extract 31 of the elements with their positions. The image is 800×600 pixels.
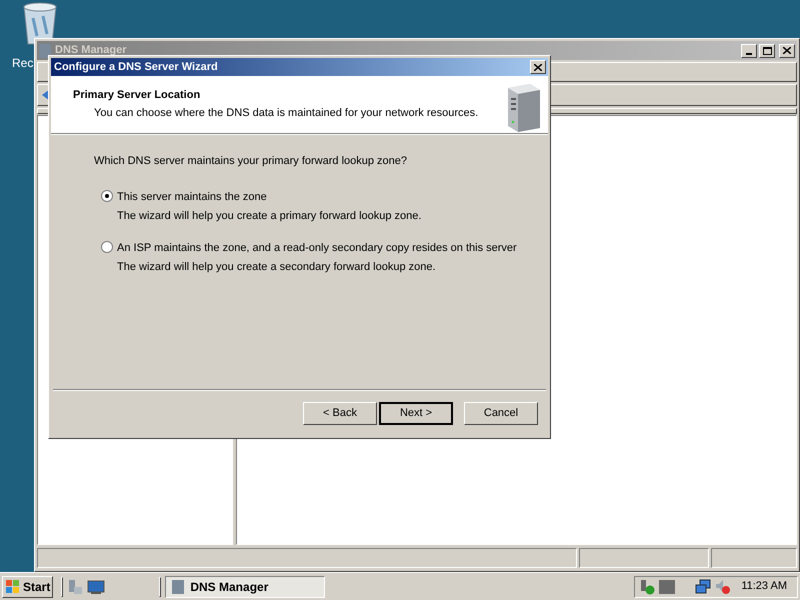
start-button[interactable]: Start xyxy=(2,576,54,598)
minimize-button[interactable] xyxy=(741,44,757,58)
radio-button[interactable] xyxy=(101,240,113,252)
desktop-icon-label: Rec xyxy=(11,55,34,72)
wizard-button[interactable]: < Back xyxy=(303,402,377,425)
radio-button[interactable] xyxy=(101,190,113,202)
header-subtitle: You can choose where the DNS data is maintained for your network resources. xyxy=(93,106,480,120)
option-label[interactable]: An ISP maintains the zone, and a read-only secondary copy resides on this server xyxy=(117,240,517,256)
close-icon xyxy=(783,47,791,54)
close-button[interactable] xyxy=(530,60,546,74)
network-icon[interactable] xyxy=(695,578,712,594)
windows-logo-icon xyxy=(5,578,21,594)
close-button[interactable] xyxy=(779,44,795,58)
dialog-title: Configure a DNS Server Wizard xyxy=(54,60,218,75)
option-description: The wizard will help you create a primary forward lookup zone. xyxy=(117,209,422,224)
desktop-icon[interactable] xyxy=(87,578,106,594)
maximize-button[interactable] xyxy=(759,44,775,58)
dns-icon xyxy=(172,580,184,594)
close-icon xyxy=(534,64,542,70)
option-description: The wizard will help you create a secondary forward lookup zone. xyxy=(117,260,437,275)
header-title: Primary Server Location xyxy=(73,88,202,103)
plug-check-icon[interactable] xyxy=(639,578,656,594)
clock: 11:23 AM xyxy=(741,579,787,594)
question-text: Which DNS server maintains your primary forward lookup zone? xyxy=(94,154,408,169)
wizard-button[interactable]: Cancel xyxy=(464,402,538,425)
window-title: DNS Manager xyxy=(55,43,127,58)
taskbar-task[interactable]: DNS Manager xyxy=(165,576,326,598)
wizard-button[interactable]: Next > xyxy=(379,402,453,425)
option-label[interactable]: This server maintains the zone xyxy=(117,188,422,205)
dns-icon xyxy=(39,44,51,58)
vm-icon[interactable] xyxy=(659,580,676,594)
